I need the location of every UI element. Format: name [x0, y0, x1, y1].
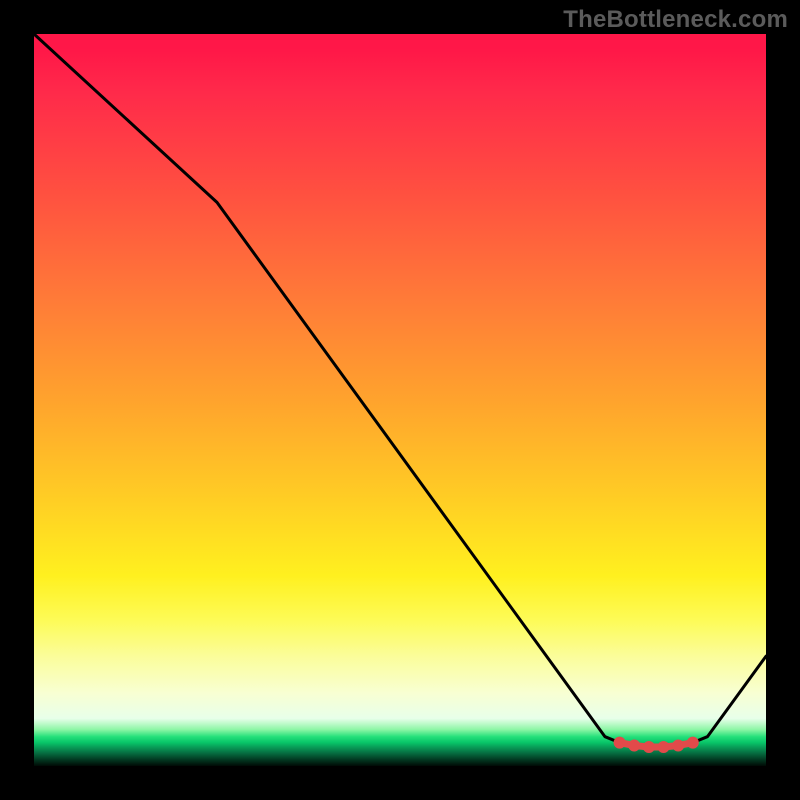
plot-area	[34, 34, 766, 766]
flat-marker	[614, 737, 626, 749]
watermark-text: TheBottleneck.com	[563, 6, 788, 34]
flat-marker	[672, 740, 684, 752]
curve-line	[34, 34, 766, 747]
flat-marker	[643, 741, 655, 753]
chart-overlay	[34, 34, 766, 766]
flat-markers	[614, 737, 699, 753]
flat-marker	[658, 741, 670, 753]
chart-frame: TheBottleneck.com	[0, 0, 800, 800]
flat-marker	[687, 737, 699, 749]
flat-marker	[628, 740, 640, 752]
